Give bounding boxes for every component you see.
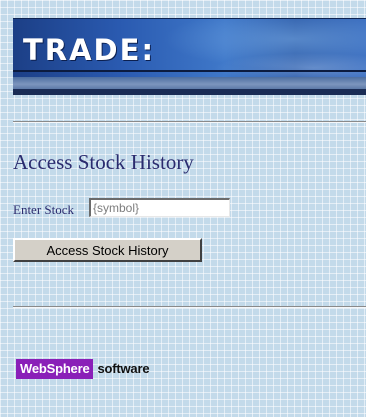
websphere-logo-suffix: software [97,361,150,376]
trade-banner: TRADE: [13,18,366,95]
access-stock-history-button[interactable]: Access Stock History [13,238,202,262]
banner-low-band [13,77,366,89]
top-divider [13,121,366,123]
bottom-divider [13,306,366,308]
banner-title: TRADE: [23,33,156,67]
page-title: Access Stock History [13,150,194,174]
websphere-software-logo: WebSphere software [16,359,150,379]
banner-base-bar [13,89,366,95]
stock-symbol-input[interactable] [89,198,230,217]
enter-stock-label: Enter Stock [13,202,75,217]
banner-stripe [13,70,366,72]
websphere-logo-brand: WebSphere [16,359,94,379]
